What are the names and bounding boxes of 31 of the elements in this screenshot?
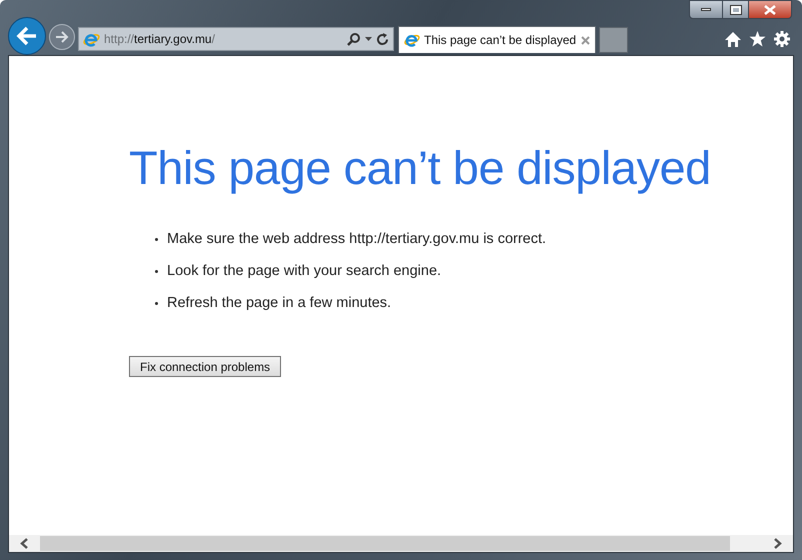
forward-button[interactable] bbox=[49, 24, 75, 50]
scrollbar-thumb[interactable] bbox=[40, 536, 730, 551]
minimize-button[interactable] bbox=[689, 0, 723, 19]
suggestion-text: Look for the page with your search engine. bbox=[167, 262, 442, 281]
fix-connection-button[interactable]: Fix connection problems bbox=[129, 356, 282, 378]
scroll-right-icon[interactable] bbox=[773, 538, 782, 549]
url-text[interactable]: http://tertiary.gov.mu/ bbox=[104, 30, 343, 48]
search-icon bbox=[347, 32, 361, 46]
settings-icon[interactable] bbox=[774, 31, 790, 47]
browser-logo-icon bbox=[404, 32, 420, 48]
scroll-left-icon[interactable] bbox=[20, 538, 29, 549]
close-tab-icon[interactable] bbox=[581, 36, 590, 44]
browser-tab[interactable]: This page can’t be displayed bbox=[398, 26, 596, 53]
back-arrow-icon bbox=[16, 26, 38, 46]
close-button[interactable] bbox=[748, 0, 792, 19]
tab-title: This page can’t be displayed bbox=[424, 32, 577, 49]
close-icon bbox=[764, 4, 776, 14]
address-bar[interactable]: http://tertiary.gov.mu/ bbox=[78, 27, 394, 51]
home-icon[interactable] bbox=[725, 32, 741, 46]
horizontal-scrollbar[interactable] bbox=[9, 535, 793, 552]
bullet-icon bbox=[155, 238, 158, 242]
bullet-icon bbox=[155, 270, 158, 274]
forward-arrow-icon bbox=[55, 31, 69, 43]
refresh-icon bbox=[376, 32, 389, 46]
back-button[interactable] bbox=[8, 17, 46, 55]
dropdown-caret-icon bbox=[365, 37, 372, 41]
star-icon[interactable] bbox=[749, 31, 766, 47]
bullet-icon bbox=[155, 302, 158, 305]
suggestion-text: Refresh the page in a few minutes. bbox=[167, 294, 392, 312]
suggestion-text: Make sure the web address http://tertiary.gov.mu is correct. bbox=[167, 230, 546, 249]
maximize-button[interactable] bbox=[723, 0, 748, 19]
